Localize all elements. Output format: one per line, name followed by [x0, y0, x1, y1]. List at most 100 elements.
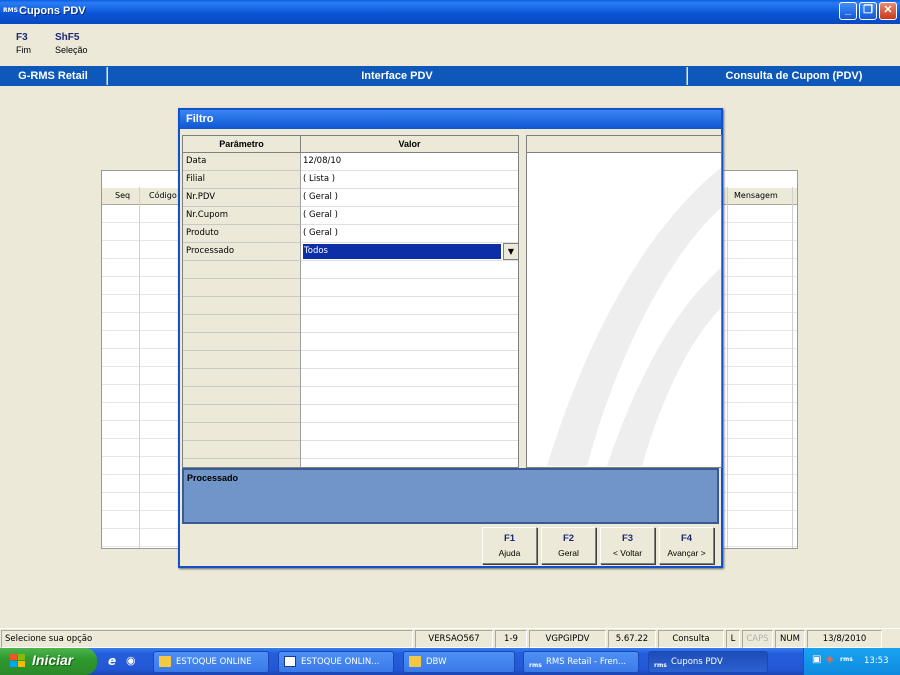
taskbar-item-label: ESTOQUE ONLINE — [176, 657, 252, 667]
header-center: Interface PDV — [361, 70, 433, 82]
taskbar: Iniciar e ◉ ESTOQUE ONLINE ESTOQUE ONLIN… — [0, 648, 900, 675]
status-l: L — [726, 630, 740, 648]
clock[interactable]: 13:53 — [864, 656, 889, 666]
restore-icon: ❐ — [863, 4, 873, 16]
taskbar-item-estoque-online-doc[interactable]: ESTOQUE ONLIN... — [278, 651, 394, 673]
button-key: F4 — [680, 533, 693, 544]
folder-icon — [159, 656, 171, 667]
filter-row-filial[interactable]: Filial ( Lista ) — [183, 171, 518, 189]
header-right: Consulta de Cupom (PDV) — [725, 70, 863, 82]
button-label: Avançar > — [667, 548, 706, 558]
minimize-button[interactable]: _ — [839, 2, 857, 20]
hotkey-label: Seleção — [55, 45, 88, 55]
folder-icon — [409, 656, 421, 667]
empty-param-rows — [183, 261, 301, 467]
button-label: Ajuda — [498, 548, 521, 558]
status-message: Selecione sua opção — [1, 630, 413, 648]
system-tray: ▣ ◈ rms 13:53 — [803, 648, 900, 675]
hotkey-label: Fim — [16, 45, 31, 55]
param-label: Produto — [183, 225, 301, 243]
taskbar-item-estoque-online[interactable]: ESTOQUE ONLINE — [153, 651, 269, 673]
status-range: 1-9 — [495, 630, 527, 648]
hotkey-key: ShF5 — [55, 32, 80, 43]
rms-app-icon: rms — [529, 662, 542, 669]
button-key: F2 — [562, 533, 575, 544]
grid-column-divider — [727, 187, 728, 548]
windows-logo-icon — [10, 654, 26, 668]
ie-icon[interactable]: e — [108, 654, 116, 668]
filter-dialog[interactable]: Filtro Parâmetro Valor Data 12/08/10 Fil… — [178, 108, 723, 568]
status-bar: Selecione sua opção VERSAO567 1-9 VGPGIP… — [0, 628, 900, 648]
processado-select[interactable]: Todos ▼ — [301, 243, 518, 261]
voltar-button[interactable]: F3 < Voltar — [600, 527, 655, 564]
help-text: Processado — [187, 473, 239, 483]
outlook-icon[interactable]: ◉ — [126, 654, 136, 667]
filter-row-data[interactable]: Data 12/08/10 — [183, 153, 518, 171]
module-header: G-RMS Retail Interface PDV Consulta de C… — [0, 66, 900, 86]
hotkey-selecao[interactable]: ShF5 Seleção — [55, 32, 88, 55]
param-label: Filial — [183, 171, 301, 189]
close-button[interactable]: ✕ — [879, 2, 897, 20]
column-header-parametro: Parâmetro — [183, 136, 301, 153]
column-header-seq: Seq — [115, 191, 131, 200]
grid-column-divider — [792, 187, 793, 548]
dropdown-button[interactable]: ▼ — [503, 243, 518, 260]
taskbar-item-cupons-pdv[interactable]: rms Cupons PDV — [648, 651, 768, 673]
taskbar-item-dbw[interactable]: DBW — [403, 651, 515, 673]
network-icon[interactable]: ▣ — [812, 654, 821, 665]
filter-row-produto[interactable]: Produto ( Geral ) — [183, 225, 518, 243]
param-label: Nr.Cupom — [183, 207, 301, 225]
rms-tray-icon[interactable]: rms — [840, 656, 853, 663]
word-doc-icon — [284, 656, 296, 667]
start-button[interactable]: Iniciar — [0, 648, 97, 675]
taskbar-item-rms-retail[interactable]: rms RMS Retail - Fren... — [523, 651, 639, 673]
param-label: Data — [183, 153, 301, 171]
security-icon[interactable]: ◈ — [826, 654, 834, 665]
param-label: Nr.PDV — [183, 189, 301, 207]
value-cell[interactable]: ( Lista ) — [301, 171, 518, 189]
column-header-valor: Valor — [301, 136, 518, 153]
value-cell[interactable]: ( Geral ) — [301, 189, 518, 207]
filter-grid[interactable]: Parâmetro Valor Data 12/08/10 Filial ( L… — [182, 135, 519, 468]
preview-panel — [526, 135, 722, 468]
empty-value-rows — [301, 261, 518, 467]
header-left: G-RMS Retail — [18, 70, 88, 82]
processado-select-value[interactable]: Todos — [303, 244, 501, 259]
hotkey-key: F3 — [16, 32, 28, 43]
taskbar-item-label: DBW — [426, 657, 447, 667]
taskbar-item-label: RMS Retail - Fren... — [546, 657, 627, 667]
button-label: < Voltar — [612, 548, 643, 558]
param-label: Processado — [183, 243, 301, 261]
status-caps: CAPS — [742, 630, 773, 648]
geral-button[interactable]: F2 Geral — [541, 527, 596, 564]
start-label: Iniciar — [32, 652, 74, 668]
value-cell[interactable]: ( Geral ) — [301, 225, 518, 243]
column-header-codigo: Código — [149, 191, 177, 200]
status-build: 5.67.22 — [608, 630, 656, 648]
status-num: NUM — [775, 630, 805, 648]
button-key: F1 — [503, 533, 516, 544]
help-panel: Processado — [182, 468, 719, 524]
grid-column-divider — [139, 187, 140, 548]
button-key: F3 — [621, 533, 634, 544]
maximize-button[interactable]: ❐ — [859, 2, 877, 20]
rms-app-icon: rms — [654, 662, 667, 669]
chevron-down-icon: ▼ — [507, 247, 515, 256]
taskbar-item-label: ESTOQUE ONLIN... — [301, 657, 380, 667]
dialog-title: Filtro — [180, 110, 721, 129]
status-program: VGPGIPDV — [529, 630, 606, 648]
avancar-button[interactable]: F4 Avançar > — [659, 527, 714, 564]
hotkey-fim[interactable]: F3 Fim — [16, 32, 31, 55]
window-title-bar[interactable]: RMS Cupons PDV _ ❐ ✕ — [0, 0, 900, 24]
value-cell[interactable]: 12/08/10 — [301, 153, 518, 171]
button-label: Geral — [558, 548, 579, 558]
filter-row-nr-pdv[interactable]: Nr.PDV ( Geral ) — [183, 189, 518, 207]
close-icon: ✕ — [883, 4, 893, 16]
watermark-swoosh-icon — [547, 167, 721, 466]
filter-row-nr-cupom[interactable]: Nr.Cupom ( Geral ) — [183, 207, 518, 225]
rms-logo: RMS — [3, 7, 18, 14]
filter-row-processado[interactable]: Processado Todos ▼ — [183, 243, 518, 261]
ajuda-button[interactable]: F1 Ajuda — [482, 527, 537, 564]
value-cell[interactable]: ( Geral ) — [301, 207, 518, 225]
status-mode: Consulta — [658, 630, 724, 648]
